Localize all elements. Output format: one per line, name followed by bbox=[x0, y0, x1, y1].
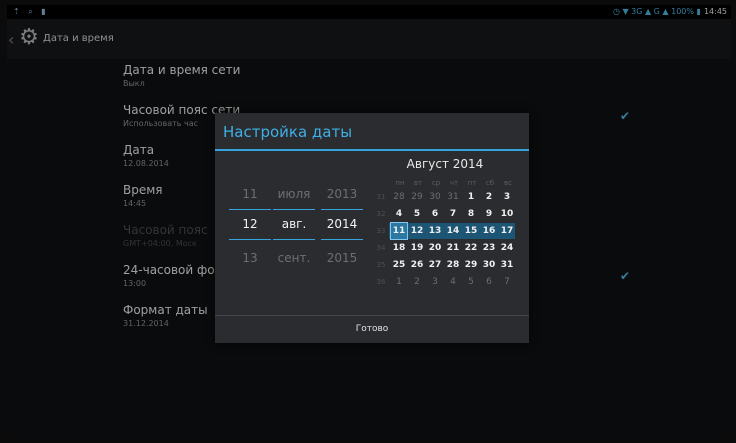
calendar-day[interactable]: 31 bbox=[445, 189, 461, 205]
calendar-month-title: Август 2014 bbox=[406, 157, 484, 171]
week-number: 34 bbox=[376, 244, 386, 252]
title-divider bbox=[215, 149, 529, 151]
day-current[interactable]: 12 bbox=[227, 217, 273, 231]
calendar-day[interactable]: 21 bbox=[445, 240, 461, 256]
month-current[interactable]: авг. bbox=[271, 217, 317, 231]
calendar-day[interactable]: 29 bbox=[463, 257, 479, 273]
day-next[interactable]: 13 bbox=[227, 251, 273, 265]
calendar-day[interactable]: 6 bbox=[481, 274, 497, 290]
calendar-day[interactable]: 2 bbox=[481, 189, 497, 205]
week-number: 32 bbox=[376, 210, 386, 218]
weekday-label: ср bbox=[431, 179, 441, 187]
calendar-day[interactable]: 28 bbox=[391, 189, 407, 205]
calendar-day[interactable]: 14 bbox=[445, 223, 461, 239]
calendar-day[interactable]: 30 bbox=[427, 189, 443, 205]
calendar-day[interactable]: 28 bbox=[445, 257, 461, 273]
spinner-divider bbox=[321, 209, 363, 210]
calendar-day[interactable]: 27 bbox=[427, 257, 443, 273]
spinner-divider bbox=[229, 239, 271, 240]
calendar-week-row: 34 18 19 20 21 22 23 24 bbox=[375, 240, 515, 257]
weekday-label: вт bbox=[413, 179, 423, 187]
calendar-day[interactable]: 16 bbox=[481, 223, 497, 239]
calendar-day[interactable]: 17 bbox=[499, 223, 515, 239]
calendar-week-row: 32 4 5 6 7 8 9 10 bbox=[375, 206, 515, 223]
calendar-day[interactable]: 6 bbox=[427, 206, 443, 222]
screen: ⇡ ⌕ ▮ ◷ ▼ 3G ▲ G ▲ 100% ▮ 14:45 ‹ ⚙ Дата … bbox=[7, 5, 731, 437]
calendar-day[interactable]: 24 bbox=[499, 240, 515, 256]
calendar-day[interactable]: 11 bbox=[390, 222, 408, 240]
calendar-week-row: 31 28 29 30 31 1 2 3 bbox=[375, 189, 515, 206]
calendar-week-row: 35 25 26 27 28 29 30 31 bbox=[375, 257, 515, 274]
weekday-label: пн bbox=[395, 179, 405, 187]
calendar-day[interactable]: 1 bbox=[463, 189, 479, 205]
calendar-day[interactable]: 7 bbox=[445, 206, 461, 222]
calendar-day[interactable]: 4 bbox=[391, 206, 407, 222]
week-number: 31 bbox=[376, 193, 386, 201]
calendar-day[interactable]: 2 bbox=[409, 274, 425, 290]
calendar-day[interactable]: 1 bbox=[391, 274, 407, 290]
weekday-label: чт bbox=[449, 179, 459, 187]
done-button[interactable]: Готово bbox=[215, 316, 529, 343]
calendar-day[interactable]: 3 bbox=[499, 189, 515, 205]
spinner-divider bbox=[273, 239, 315, 240]
year-prev[interactable]: 2013 bbox=[319, 187, 365, 201]
calendar-day[interactable]: 29 bbox=[409, 189, 425, 205]
calendar-day[interactable]: 9 bbox=[481, 206, 497, 222]
year-next[interactable]: 2015 bbox=[319, 251, 365, 265]
calendar-week-row: 36 1 2 3 4 5 6 7 bbox=[375, 274, 515, 291]
dialog-title: Настройка даты bbox=[223, 123, 353, 141]
calendar-day[interactable]: 5 bbox=[463, 274, 479, 290]
calendar-day[interactable]: 4 bbox=[445, 274, 461, 290]
date-picker-dialog: Настройка даты 11 12 13 июля авг. сент. … bbox=[215, 113, 529, 343]
weekday-label: вс bbox=[504, 179, 512, 187]
weekday-label: сб bbox=[485, 179, 495, 187]
calendar-day[interactable]: 23 bbox=[481, 240, 497, 256]
calendar-day[interactable]: 31 bbox=[499, 257, 515, 273]
calendar-day[interactable]: 30 bbox=[481, 257, 497, 273]
calendar-day[interactable]: 5 bbox=[409, 206, 425, 222]
year-current[interactable]: 2014 bbox=[319, 217, 365, 231]
week-number: 36 bbox=[376, 278, 386, 286]
calendar-day[interactable]: 12 bbox=[409, 223, 425, 239]
weekday-label: пт bbox=[467, 179, 477, 187]
calendar-day[interactable]: 19 bbox=[409, 240, 425, 256]
week-number: 35 bbox=[376, 261, 386, 269]
day-prev[interactable]: 11 bbox=[227, 187, 273, 201]
spinner-divider bbox=[321, 239, 363, 240]
calendar-day[interactable]: 20 bbox=[427, 240, 443, 256]
calendar-day[interactable]: 22 bbox=[463, 240, 479, 256]
calendar-day[interactable]: 18 bbox=[391, 240, 407, 256]
week-number: 33 bbox=[376, 227, 386, 235]
calendar-day[interactable]: 10 bbox=[499, 206, 515, 222]
calendar-day[interactable]: 3 bbox=[427, 274, 443, 290]
month-prev[interactable]: июля bbox=[271, 187, 317, 201]
calendar-day[interactable]: 13 bbox=[427, 223, 443, 239]
calendar-day[interactable]: 26 bbox=[409, 257, 425, 273]
calendar-day[interactable]: 25 bbox=[391, 257, 407, 273]
spinner-divider bbox=[273, 209, 315, 210]
calendar-day[interactable]: 8 bbox=[463, 206, 479, 222]
spinner-divider bbox=[229, 209, 271, 210]
calendar-week-row: 33 11 12 13 14 15 16 17 bbox=[375, 222, 515, 240]
month-next[interactable]: сент. bbox=[271, 251, 317, 265]
calendar-day[interactable]: 15 bbox=[463, 223, 479, 239]
calendar-day[interactable]: 7 bbox=[499, 274, 515, 290]
